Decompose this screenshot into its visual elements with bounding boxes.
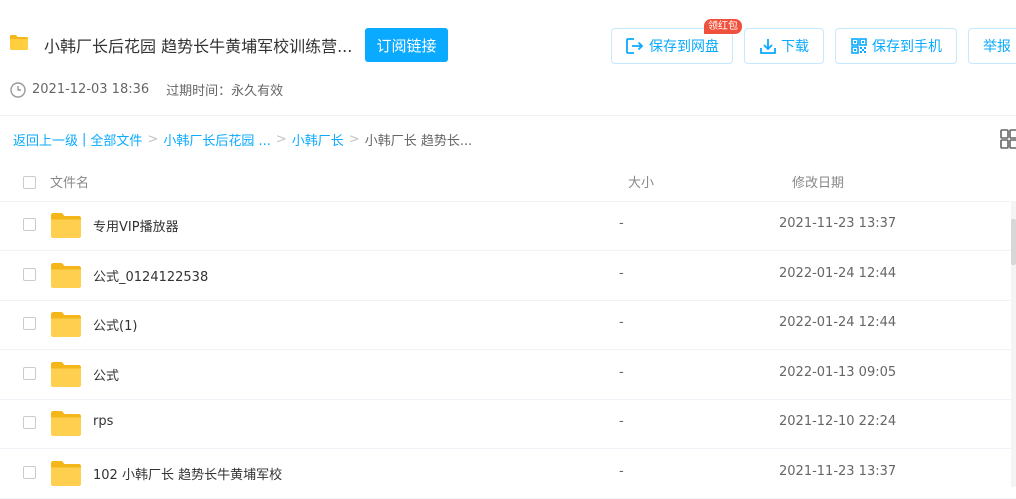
file-name[interactable]: 102 小韩厂长 趋势长牛黄埔军校 <box>93 464 282 483</box>
table-row[interactable]: 102 小韩厂长 趋势长牛黄埔军校 - 2021-11-23 13:37 <box>0 449 1016 499</box>
share-meta: 2021-12-03 18:36 过期时间：永久有效 <box>10 80 283 99</box>
folder-icon <box>51 460 81 486</box>
report-button[interactable]: 举报 <box>968 28 1016 64</box>
download-label: 下载 <box>781 39 809 55</box>
folder-icon <box>51 361 81 387</box>
table-row[interactable]: 专用VIP播放器 - 2021-11-23 13:37 <box>0 201 1016 251</box>
file-date: 2021-11-23 13:37 <box>779 216 897 231</box>
file-size: - <box>619 216 624 231</box>
breadcrumb-level1[interactable]: 小韩厂长后花园 ... <box>163 130 271 149</box>
folder-icon <box>51 213 81 238</box>
file-name[interactable]: rps <box>93 414 113 429</box>
breadcrumb-current: 小韩厂长 趋势长... <box>364 134 473 149</box>
download-icon <box>760 39 776 54</box>
breadcrumb-back[interactable]: 返回上一级 <box>13 130 78 149</box>
row-checkbox[interactable] <box>23 218 36 231</box>
file-size: - <box>619 265 624 281</box>
row-checkbox[interactable] <box>23 317 36 330</box>
file-date: 2022-01-13 09:05 <box>779 364 897 380</box>
column-date-header[interactable]: 修改日期 <box>792 172 844 191</box>
header-divider <box>0 115 1016 116</box>
file-size: - <box>619 315 624 330</box>
expiry-text: 过期时间：永久有效 <box>166 84 284 99</box>
file-date: 2022-01-24 12:44 <box>779 315 897 330</box>
breadcrumb-pipe: | <box>82 132 87 147</box>
file-size: - <box>619 463 624 479</box>
row-checkbox[interactable] <box>23 267 36 281</box>
row-checkbox[interactable] <box>23 366 36 380</box>
file-name[interactable]: 公式(1) <box>93 315 137 334</box>
file-name[interactable]: 专用VIP播放器 <box>93 216 179 235</box>
table-row[interactable]: 公式_0124122538 - 2022-01-24 12:44 <box>0 251 1016 301</box>
file-date: 2022-01-24 12:44 <box>779 265 897 281</box>
table-row[interactable]: 公式(1) - 2022-01-24 12:44 <box>0 300 1016 350</box>
select-all-checkbox[interactable] <box>23 176 36 189</box>
save-to-phone-label: 保存到手机 <box>872 39 942 55</box>
breadcrumb: 返回上一级 | 全部文件 > 小韩厂长后花园 ... > 小韩厂长 > 小韩厂长… <box>13 130 472 149</box>
table-row[interactable]: 公式 - 2022-01-13 09:05 <box>0 350 1016 400</box>
row-checkbox[interactable] <box>23 416 36 429</box>
save-to-cloud-icon <box>626 38 644 54</box>
file-name[interactable]: 公式 <box>93 365 119 384</box>
file-date: 2021-11-23 13:37 <box>779 463 897 479</box>
created-time: 2021-12-03 18:36 <box>32 82 150 97</box>
subscribe-link-button[interactable]: 订阅链接 <box>365 28 448 62</box>
column-name-header[interactable]: 文件名 <box>50 172 89 191</box>
breadcrumb-all-files[interactable]: 全部文件 <box>90 130 142 149</box>
file-date: 2021-12-10 22:24 <box>779 414 897 429</box>
file-name[interactable]: 公式_0124122538 <box>93 266 208 285</box>
page-title: 小韩厂长后花园 趋势长牛黄埔军校训练营... <box>44 37 353 56</box>
save-to-cloud-label: 保存到网盘 <box>649 39 719 55</box>
breadcrumb-separator: > <box>275 132 287 147</box>
breadcrumb-level2[interactable]: 小韩厂长 <box>292 130 344 149</box>
folder-icon <box>51 312 81 337</box>
folder-icon <box>51 411 81 436</box>
table-header: 文件名 大小 修改日期 <box>0 165 1016 202</box>
scrollbar-thumb[interactable] <box>1011 219 1016 265</box>
download-button[interactable]: 下载 <box>744 28 824 64</box>
red-packet-badge[interactable]: 领红包 <box>704 19 742 34</box>
report-label: 举报 <box>983 39 1011 55</box>
file-size: - <box>619 364 624 380</box>
row-checkbox[interactable] <box>23 465 36 479</box>
file-size: - <box>619 414 624 429</box>
column-size-header[interactable]: 大小 <box>628 172 654 191</box>
breadcrumb-separator: > <box>147 132 159 147</box>
clock-icon <box>10 81 26 98</box>
table-row[interactable]: rps - 2021-12-10 22:24 <box>0 399 1016 449</box>
save-to-phone-button[interactable]: 保存到手机 <box>835 28 957 64</box>
folder-icon <box>10 35 28 50</box>
grid-view-icon[interactable] <box>1000 129 1016 149</box>
qr-phone-icon <box>851 38 867 54</box>
folder-icon <box>51 262 81 288</box>
breadcrumb-separator: > <box>348 132 360 147</box>
